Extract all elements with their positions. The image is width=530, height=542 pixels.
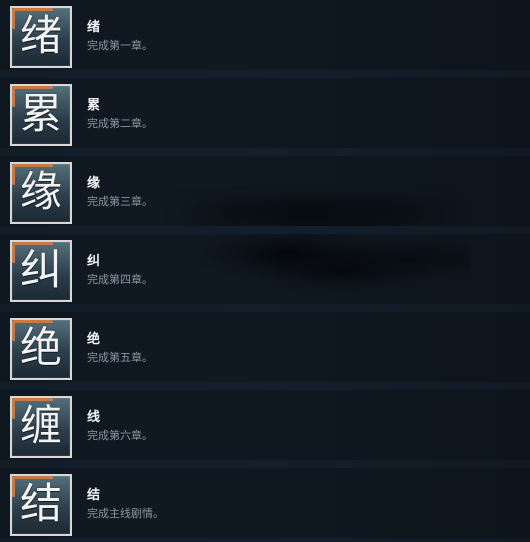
- achievement-title: 累: [87, 98, 101, 113]
- achievement-row[interactable]: 纠 纠 完成第四章。: [0, 234, 530, 312]
- badge-character: 绝: [19, 323, 62, 372]
- badge-character: 缠: [19, 401, 62, 450]
- achievement-description: 完成第一章。: [87, 39, 153, 52]
- achievement-description: 完成第四章。: [87, 273, 153, 286]
- achievement-title: 绝: [87, 332, 101, 347]
- achievement-title: 线: [87, 410, 101, 425]
- achievement-title: 结: [87, 488, 101, 503]
- achievement-description: 完成第三章。: [87, 195, 153, 208]
- achievement-row[interactable]: 缘 缘 完成第三章。: [0, 156, 530, 234]
- achievement-title: 纠: [87, 254, 101, 269]
- badge-character: 累: [19, 89, 62, 138]
- achievement-description: 完成第六章。: [87, 429, 153, 442]
- achievement-description: 完成第二章。: [87, 117, 153, 130]
- badge-character: 结: [19, 479, 62, 528]
- achievement-list: 绪 绪 完成第一章。 累 累 完成第二章。 缘 缘 完成第三章。 纠 纠 完成第…: [0, 0, 530, 542]
- achievement-row[interactable]: 绝 绝 完成第五章。: [0, 312, 530, 390]
- achievement-title: 绪: [87, 20, 101, 35]
- achievement-row[interactable]: 绪 绪 完成第一章。: [0, 0, 530, 78]
- achievement-badge-icon: 结: [10, 474, 72, 536]
- achievement-row[interactable]: 缠 线 完成第六章。: [0, 390, 530, 468]
- background-smoke: [170, 198, 470, 230]
- achievement-badge-icon: 绪: [10, 6, 72, 68]
- badge-character: 纠: [19, 245, 62, 294]
- achievement-title: 缘: [87, 176, 101, 191]
- badge-character: 绪: [19, 11, 62, 60]
- achievement-row[interactable]: 累 累 完成第二章。: [0, 78, 530, 156]
- achievement-row[interactable]: 结 结 完成主线剧情。: [0, 468, 530, 542]
- achievement-badge-icon: 缠: [10, 396, 72, 458]
- achievement-description: 完成第五章。: [87, 351, 153, 364]
- achievement-badge-icon: 累: [10, 84, 72, 146]
- achievement-badge-icon: 纠: [10, 240, 72, 302]
- badge-character: 缘: [19, 167, 62, 216]
- achievement-badge-icon: 绝: [10, 318, 72, 380]
- achievement-badge-icon: 缘: [10, 162, 72, 224]
- achievement-description: 完成主线剧情。: [87, 507, 164, 520]
